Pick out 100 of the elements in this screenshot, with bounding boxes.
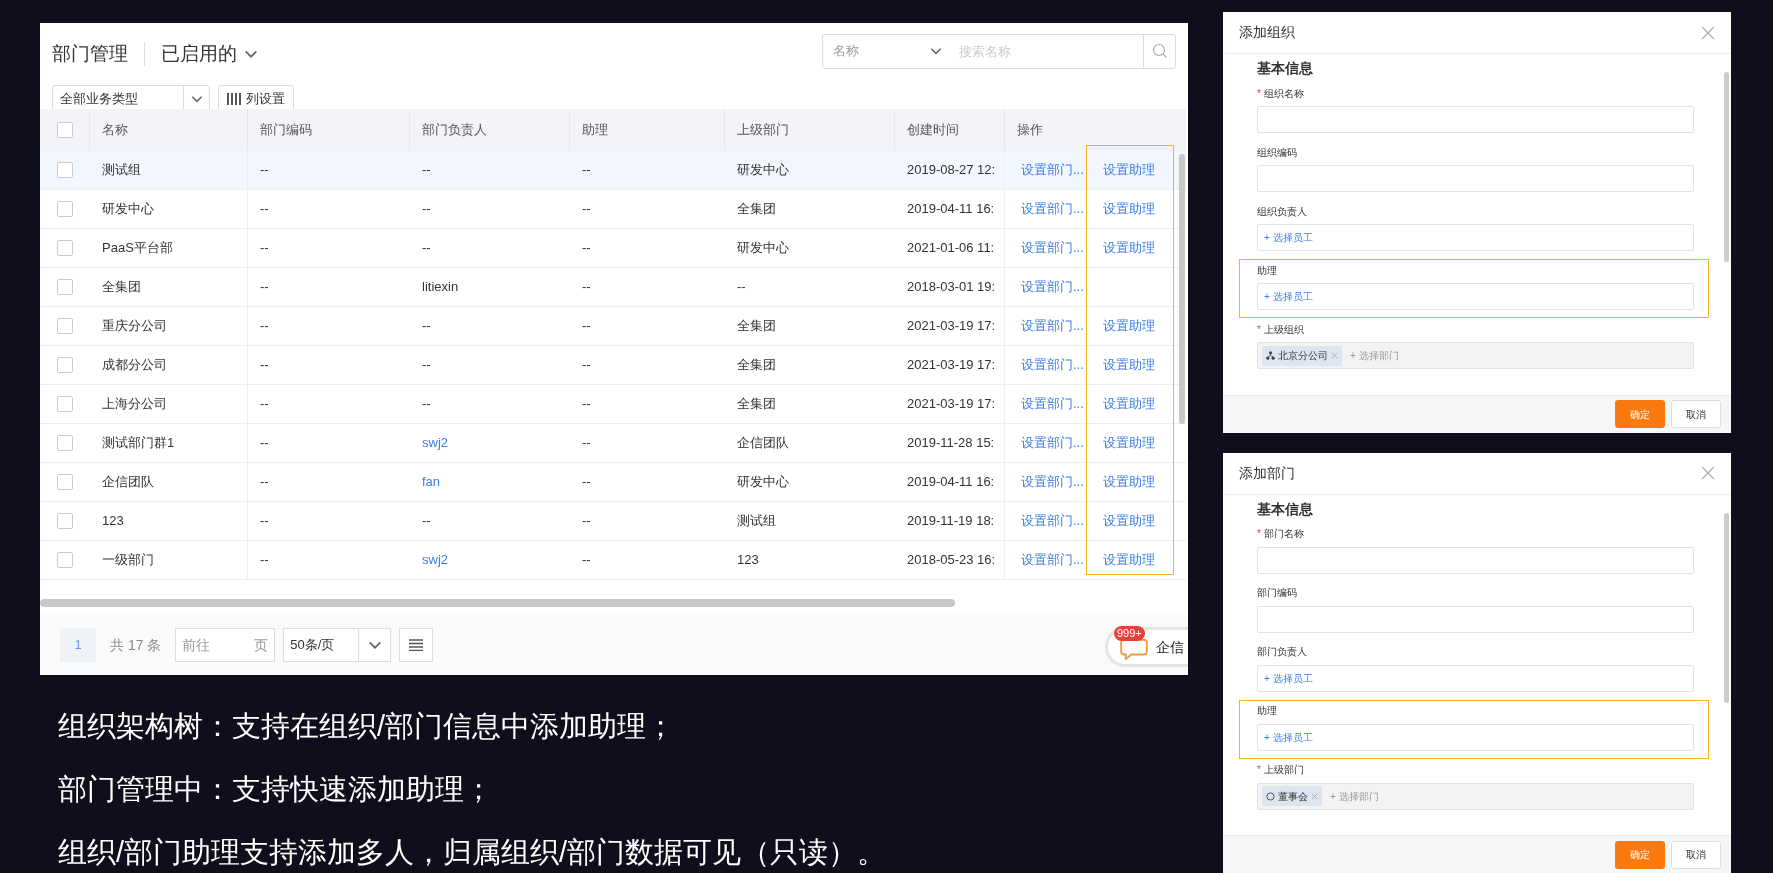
remove-icon[interactable]: [1331, 352, 1338, 359]
list-button[interactable]: [399, 628, 434, 662]
total-count: 共 17 条: [110, 635, 162, 655]
close-button[interactable]: [1701, 466, 1715, 480]
action-link[interactable]: 设置助理: [1102, 199, 1155, 219]
leader-link[interactable]: swj2: [422, 550, 448, 570]
confirm-button[interactable]: 确定: [1615, 840, 1665, 869]
checkbox[interactable]: [57, 357, 73, 373]
confirm-button[interactable]: 确定: [1615, 400, 1665, 428]
action-link[interactable]: 设置部门...: [1021, 277, 1084, 297]
department-picker-field[interactable]: 北京分公司 + 选择部门: [1257, 342, 1694, 369]
select-employee-link[interactable]: + 选择员工: [1264, 289, 1313, 304]
input-field[interactable]: [1257, 605, 1694, 633]
leader-link[interactable]: fan: [422, 472, 441, 492]
input-field[interactable]: [1257, 546, 1694, 574]
checkbox[interactable]: [57, 435, 73, 451]
select-employee-link[interactable]: + 选择员工: [1264, 670, 1313, 686]
remove-icon[interactable]: [1311, 792, 1318, 800]
page-size-select[interactable]: 50条/页: [283, 628, 392, 662]
action-link[interactable]: 设置部门...: [1021, 511, 1084, 531]
action-link[interactable]: 设置部门...: [1021, 199, 1084, 219]
table-cell-text: 企信团队: [102, 473, 154, 492]
column-header[interactable]: 部门编码: [260, 120, 312, 140]
chat-button[interactable]: 999+ 企信: [1105, 627, 1188, 667]
close-button[interactable]: [1701, 25, 1715, 40]
table-cell-text: --: [260, 473, 269, 492]
page-number[interactable]: 1: [60, 628, 96, 662]
column-header[interactable]: 部门负责人: [422, 120, 487, 140]
employee-picker-field[interactable]: + 选择员工: [1257, 723, 1694, 751]
field-label: 部门名称: [1263, 527, 1304, 541]
action-link[interactable]: 设置部门...: [1021, 394, 1084, 414]
action-link[interactable]: 设置部门...: [1021, 316, 1084, 336]
action-link[interactable]: 设置助理: [1102, 511, 1155, 531]
input-field[interactable]: [1257, 106, 1694, 133]
table-cell-text: 2019-04-11 16:: [907, 200, 995, 219]
checkbox[interactable]: [57, 201, 73, 217]
select-employee-link[interactable]: + 选择员工: [1264, 729, 1313, 745]
select-employee-link[interactable]: + 选择员工: [1264, 230, 1313, 245]
action-link[interactable]: 设置助理: [1102, 433, 1155, 453]
checkbox[interactable]: [56, 122, 73, 138]
table-cell-text: 测试组: [102, 161, 141, 180]
table-cell-text: --: [582, 278, 591, 297]
column-header[interactable]: 上级部门: [737, 120, 789, 140]
vertical-scrollbar[interactable]: [1179, 154, 1185, 424]
action-link[interactable]: 设置助理: [1102, 160, 1155, 180]
column-header[interactable]: 助理: [582, 120, 608, 140]
column-header[interactable]: 名称: [102, 120, 128, 140]
select-department-link[interactable]: + 选择部门: [1330, 788, 1379, 804]
field-label: 组织编码: [1257, 145, 1297, 160]
action-link[interactable]: 设置助理: [1102, 316, 1155, 336]
search-field-select[interactable]: 名称: [823, 41, 953, 61]
horizontal-scrollbar[interactable]: [40, 599, 955, 607]
action-link[interactable]: 设置助理: [1102, 355, 1155, 375]
action-link[interactable]: 设置部门...: [1021, 238, 1084, 258]
selected-tag[interactable]: 北京分公司: [1262, 345, 1342, 366]
action-link[interactable]: 设置部门...: [1021, 160, 1084, 180]
page-jump-field[interactable]: 前往 页: [175, 628, 276, 662]
column-header[interactable]: 创建时间: [907, 120, 959, 140]
table-cell-text: 2019-04-11 16:: [907, 473, 995, 492]
caption-text: 部门管理中：支持快速添加助理；: [58, 772, 494, 807]
checkbox[interactable]: [57, 279, 73, 295]
dialog-title: 添加组织: [1239, 23, 1295, 42]
action-link[interactable]: 设置部门...: [1021, 550, 1084, 570]
view-dropdown[interactable]: 已启用的: [161, 39, 259, 69]
checkbox[interactable]: [57, 513, 73, 529]
select-department-link[interactable]: + 选择部门: [1350, 348, 1399, 363]
checkbox[interactable]: [57, 552, 73, 568]
employee-picker-field[interactable]: + 选择员工: [1257, 283, 1694, 310]
action-link[interactable]: 设置部门...: [1021, 355, 1084, 375]
table-cell-text: 测试组: [737, 512, 776, 531]
table-cell-text: 2019-11-19 18:: [907, 512, 995, 531]
table-cell-text: 研发中心: [737, 473, 789, 492]
table-cell-text: 成都分公司: [102, 356, 167, 375]
action-link[interactable]: 设置助理: [1102, 394, 1155, 414]
cancel-button[interactable]: 取消: [1671, 400, 1721, 428]
cancel-button[interactable]: 取消: [1671, 840, 1721, 869]
column-header[interactable]: 操作: [1017, 120, 1043, 140]
action-link[interactable]: 设置助理: [1102, 472, 1155, 492]
checkbox[interactable]: [57, 162, 73, 178]
checkbox[interactable]: [57, 396, 73, 412]
table-cell-text: 研发中心: [102, 200, 154, 219]
input-field[interactable]: [1257, 165, 1694, 192]
vertical-scrollbar[interactable]: [1724, 72, 1729, 262]
required-mark: *: [1257, 763, 1261, 777]
field-label: 部门负责人: [1257, 645, 1307, 659]
employee-picker-field[interactable]: + 选择员工: [1257, 224, 1694, 251]
action-link[interactable]: 设置助理: [1102, 238, 1155, 258]
action-link[interactable]: 设置部门...: [1021, 433, 1084, 453]
checkbox[interactable]: [57, 240, 73, 256]
table-cell-text: 2021-03-19 17:: [907, 356, 996, 375]
checkbox[interactable]: [57, 318, 73, 334]
action-link[interactable]: 设置部门...: [1021, 472, 1084, 492]
table-cell-text: --: [260, 278, 269, 297]
department-picker-field[interactable]: 董事会 + 选择部门: [1257, 782, 1694, 810]
employee-picker-field[interactable]: + 选择员工: [1257, 664, 1694, 692]
selected-tag[interactable]: 董事会: [1262, 786, 1322, 806]
leader-link[interactable]: swj2: [422, 433, 448, 453]
checkbox[interactable]: [57, 474, 73, 490]
vertical-scrollbar[interactable]: [1724, 512, 1729, 703]
action-link[interactable]: 设置助理: [1102, 550, 1155, 570]
